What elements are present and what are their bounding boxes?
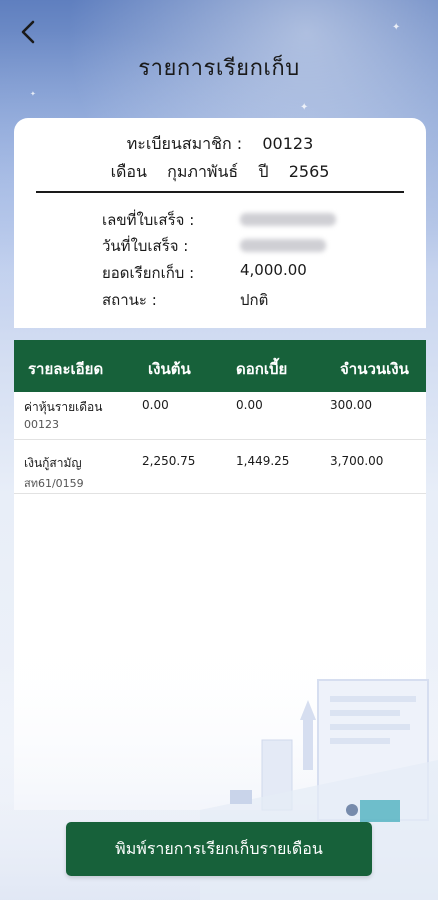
receipt-date-redacted xyxy=(240,239,326,252)
receipt-number-row: เลขที่ใบเสร็จ : xyxy=(102,208,402,230)
column-header-principal: เงินต้น xyxy=(148,360,191,378)
row-amount: 3,700.00 xyxy=(330,454,384,468)
month-value: กุมภาพันธ์ xyxy=(167,162,239,181)
row-title: เงินกู้สามัญ xyxy=(24,456,82,470)
divider xyxy=(36,191,404,193)
member-registration-label: ทะเบียนสมาชิก : xyxy=(126,134,243,153)
receipt-number-redacted xyxy=(240,213,336,226)
row-amount: 300.00 xyxy=(330,398,372,412)
status-value: ปกติ xyxy=(240,291,269,309)
row-interest: 0.00 xyxy=(236,398,263,412)
receipt-number-label: เลขที่ใบเสร็จ : xyxy=(102,211,195,229)
row-principal: 2,250.75 xyxy=(142,454,196,468)
receipt-date-label: วันที่ใบเสร็จ : xyxy=(102,237,189,255)
status-label: สถานะ : xyxy=(102,291,157,309)
row-subtitle: 00123 xyxy=(24,418,59,431)
print-monthly-billing-button[interactable]: พิมพ์รายการเรียกเก็บรายเดือน xyxy=(66,822,372,876)
sparkle-icon: ✦ xyxy=(300,102,309,113)
row-title: ค่าหุ้นรายเดือน xyxy=(24,400,103,414)
month-label: เดือน xyxy=(110,162,147,181)
year-value: 2565 xyxy=(288,162,330,181)
member-registration-line: ทะเบียนสมาชิก : 00123 xyxy=(14,132,426,157)
billing-amount-row: ยอดเรียกเก็บ : 4,000.00 xyxy=(102,261,402,283)
back-button[interactable] xyxy=(10,14,46,50)
billing-amount-label: ยอดเรียกเก็บ : xyxy=(102,264,195,282)
row-subtitle: สท61/0159 xyxy=(24,477,84,490)
table-header: รายละเอียด เงินต้น ดอกเบี้ย จำนวนเงิน xyxy=(14,340,426,392)
column-header-interest: ดอกเบี้ย xyxy=(236,360,288,378)
receipt-date-row: วันที่ใบเสร็จ : xyxy=(102,234,402,256)
chevron-left-icon xyxy=(21,20,35,44)
sparkle-icon: ✦ xyxy=(392,22,401,33)
table-row[interactable]: ค่าหุ้นรายเดือน 00123 0.00 0.00 300.00 xyxy=(14,392,426,440)
table-row[interactable]: เงินกู้สามัญ สท61/0159 2,250.75 1,449.25… xyxy=(14,440,426,494)
column-header-amount: จำนวนเงิน xyxy=(340,360,409,378)
billing-period-line: เดือน กุมภาพันธ์ ปี 2565 xyxy=(14,160,426,185)
page-title: รายการเรียกเก็บ xyxy=(138,56,300,81)
row-principal: 0.00 xyxy=(142,398,169,412)
sparkle-icon: ✦ xyxy=(30,90,36,98)
year-label: ปี xyxy=(258,162,269,181)
member-registration-value: 00123 xyxy=(262,134,314,153)
column-header-detail: รายละเอียด xyxy=(28,360,104,378)
status-row: สถานะ : ปกติ xyxy=(102,288,402,310)
billing-amount-value: 4,000.00 xyxy=(240,261,307,279)
billing-info-card: ทะเบียนสมาชิก : 00123 เดือน กุมภาพันธ์ ป… xyxy=(14,118,426,328)
row-interest: 1,449.25 xyxy=(236,454,290,468)
